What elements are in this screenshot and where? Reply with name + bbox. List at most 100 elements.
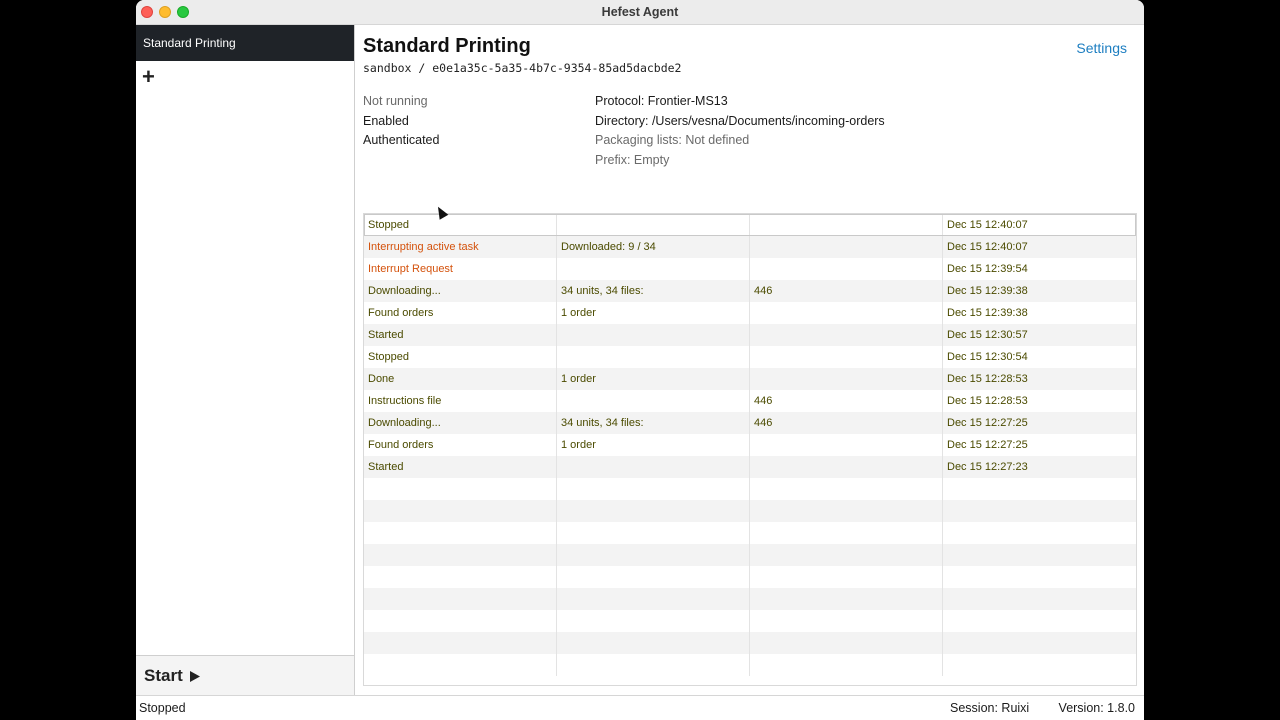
status-enabled: Enabled bbox=[363, 113, 409, 128]
settings-link[interactable]: Settings bbox=[1076, 40, 1127, 56]
log-cell-event bbox=[364, 478, 557, 500]
table-row[interactable]: Started Dec 15 12:30:57 bbox=[364, 324, 1136, 346]
log-cell-detail bbox=[557, 632, 750, 654]
log-cell-time bbox=[943, 566, 1136, 588]
log-cell-detail bbox=[557, 588, 750, 610]
log-cell-detail bbox=[557, 522, 750, 544]
event-log-table[interactable]: Stopped Dec 15 12:40:07 Interrupting activ… bbox=[363, 213, 1137, 686]
table-row[interactable]: Done 1 order Dec 15 12:28:53 bbox=[364, 368, 1136, 390]
log-cell-event bbox=[364, 610, 557, 632]
log-cell-time bbox=[943, 544, 1136, 566]
log-cell-event: Started bbox=[364, 456, 557, 478]
status-authenticated: Authenticated bbox=[363, 133, 440, 147]
log-cell-time: Dec 15 12:27:23 bbox=[947, 461, 1028, 473]
sidebar-item-standard-printing[interactable]: Standard Printing bbox=[136, 25, 354, 61]
log-cell-time: Dec 15 12:28:53 bbox=[947, 373, 1028, 385]
log-cell-time bbox=[943, 588, 1136, 610]
log-cell-event bbox=[364, 522, 557, 544]
table-row[interactable] bbox=[364, 610, 1136, 632]
table-row[interactable]: Stopped Dec 15 12:30:54 bbox=[364, 346, 1136, 368]
log-cell-event: Downloading... bbox=[364, 280, 557, 302]
table-row[interactable]: Downloading... 34 units, 34 files: 446 Dec … bbox=[364, 280, 1136, 302]
table-row[interactable]: Downloading... 34 units, 34 files: 446 Dec … bbox=[364, 412, 1136, 434]
directory-info: Directory: /Users/vesna/Documents/incomi… bbox=[595, 113, 885, 128]
sidebar-item-label: Standard Printing bbox=[143, 36, 236, 50]
title-bar: Hefest Agent bbox=[136, 0, 1144, 25]
table-row[interactable]: Found orders 1 order Dec 15 12:27:25 bbox=[364, 434, 1136, 456]
log-cell-extra bbox=[750, 236, 943, 258]
status-right: Protocol: Frontier-MS13 Directory: /User… bbox=[595, 92, 885, 170]
table-row[interactable] bbox=[364, 478, 1136, 500]
log-cell-event: Interrupt Request bbox=[364, 258, 557, 280]
table-row[interactable] bbox=[364, 544, 1136, 566]
log-cell-extra bbox=[750, 302, 943, 324]
table-row[interactable] bbox=[364, 588, 1136, 610]
session-label: Session: Ruixi bbox=[950, 701, 1030, 715]
log-cell-time: Dec 15 12:27:25 bbox=[947, 417, 1028, 429]
log-cell-event bbox=[364, 500, 557, 522]
log-cell-extra bbox=[750, 588, 943, 610]
log-cell-detail bbox=[557, 214, 750, 236]
log-cell-detail bbox=[557, 654, 750, 676]
log-cell-time: Dec 15 12:28:53 bbox=[947, 395, 1028, 407]
table-row[interactable]: Found orders 1 order Dec 15 12:39:38 bbox=[364, 302, 1136, 324]
log-cell-event: Found orders bbox=[364, 302, 557, 324]
log-cell-time bbox=[943, 500, 1136, 522]
log-cell-extra bbox=[750, 654, 943, 676]
log-cell-detail: 34 units, 34 files: bbox=[557, 412, 750, 434]
log-cell-event bbox=[364, 654, 557, 676]
version-label: Version: 1.8.0 bbox=[1058, 701, 1135, 715]
zoom-window-button[interactable] bbox=[177, 6, 189, 18]
log-cell-detail bbox=[557, 544, 750, 566]
log-cell-extra bbox=[750, 610, 943, 632]
log-cell-extra bbox=[750, 522, 943, 544]
log-cell-time: Dec 15 12:30:57 bbox=[947, 329, 1028, 341]
minimize-window-button[interactable] bbox=[159, 6, 171, 18]
log-cell-event: Started bbox=[364, 324, 557, 346]
log-cell-time bbox=[943, 522, 1136, 544]
table-row[interactable] bbox=[364, 566, 1136, 588]
add-agent-button[interactable]: + bbox=[142, 66, 160, 88]
page-title: Standard Printing bbox=[363, 35, 531, 57]
table-row[interactable]: Interrupt Request Dec 15 12:39:54 bbox=[364, 258, 1136, 280]
log-cell-extra bbox=[750, 500, 943, 522]
table-row[interactable]: Instructions file 446 Dec 15 12:28:53 bbox=[364, 390, 1136, 412]
table-row[interactable] bbox=[364, 522, 1136, 544]
start-label: Start bbox=[144, 666, 183, 685]
log-cell-time: Dec 15 12:40:07 bbox=[947, 219, 1028, 231]
log-cell-time: Dec 15 12:40:07 bbox=[947, 241, 1028, 253]
protocol-info: Protocol: Frontier-MS13 bbox=[595, 94, 728, 108]
log-cell-event: Instructions file bbox=[364, 390, 557, 412]
log-cell-detail bbox=[557, 610, 750, 632]
agent-state: Stopped bbox=[139, 701, 186, 715]
log-cell-event: Downloading... bbox=[364, 412, 557, 434]
log-cell-detail: 34 units, 34 files: bbox=[557, 280, 750, 302]
table-row[interactable] bbox=[364, 500, 1136, 522]
table-row[interactable] bbox=[364, 632, 1136, 654]
log-cell-detail: 1 order bbox=[557, 434, 750, 456]
log-cell-extra: 446 bbox=[750, 280, 943, 302]
close-window-button[interactable] bbox=[141, 6, 153, 18]
table-row[interactable]: Interrupting active task Downloaded: 9 / … bbox=[364, 236, 1136, 258]
play-icon bbox=[189, 670, 200, 682]
window-title: Hefest Agent bbox=[601, 5, 679, 19]
start-button[interactable]: Start bbox=[144, 666, 201, 686]
log-cell-time: Dec 15 12:39:38 bbox=[947, 285, 1028, 297]
log-cell-detail bbox=[557, 500, 750, 522]
log-cell-extra bbox=[750, 456, 943, 478]
log-cell-detail bbox=[557, 258, 750, 280]
table-row[interactable]: Stopped Dec 15 12:40:07 bbox=[364, 214, 1136, 236]
table-row[interactable]: Started Dec 15 12:27:23 bbox=[364, 456, 1136, 478]
log-cell-extra: 446 bbox=[750, 390, 943, 412]
log-cell-time: Dec 15 12:39:38 bbox=[947, 307, 1028, 319]
log-cell-detail bbox=[557, 566, 750, 588]
log-cell-time bbox=[943, 610, 1136, 632]
log-cell-event bbox=[364, 632, 557, 654]
prefix-info: Prefix: Empty bbox=[595, 152, 670, 167]
log-cell-time: Dec 15 12:27:25 bbox=[947, 439, 1028, 451]
main-panel: Standard Printing sandbox / e0e1a35c-5a3… bbox=[355, 25, 1144, 695]
table-row[interactable] bbox=[364, 654, 1136, 676]
log-cell-time: Dec 15 12:39:54 bbox=[947, 263, 1028, 275]
log-cell-event: Done bbox=[364, 368, 557, 390]
log-cell-event bbox=[364, 544, 557, 566]
